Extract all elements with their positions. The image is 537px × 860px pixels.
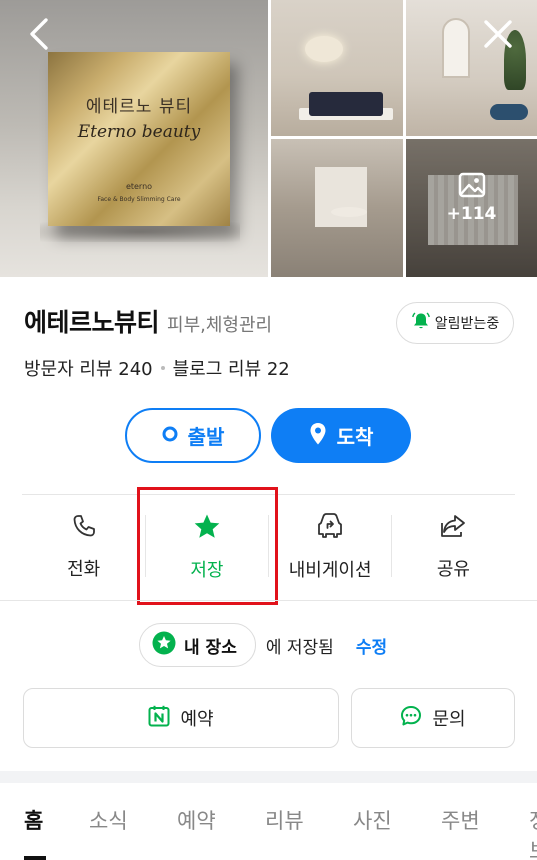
tab-info[interactable]: 정보 [529,805,537,860]
call-label: 전화 [67,559,101,580]
photo-hallway[interactable] [271,139,403,277]
more-photos-count: +114 [446,204,497,224]
blog-review-link[interactable]: 블로그 리뷰 22 [173,355,290,381]
share-icon [439,513,467,543]
tab-home[interactable]: 홈 [24,805,43,835]
saved-folder-label: 내 장소 [184,637,237,658]
call-button[interactable]: 전화 [22,495,145,599]
map-pin-icon [309,422,327,450]
navigation-label: 내비게이션 [288,560,372,581]
doorway-shape [315,167,367,227]
photo-gallery[interactable]: 에테르노 뷰티 Eterno beauty eterno Face & Body… [0,0,537,277]
plaque-caption: Face & Body Slimming Care [97,196,181,203]
tab-reviews[interactable]: 리뷰 [265,805,304,835]
gold-sign-plaque: 에테르노 뷰티 Eterno beauty eterno Face & Body… [48,52,230,226]
arrive-button[interactable]: 도착 [271,408,411,463]
tab-photos[interactable]: 사진 [353,805,392,835]
close-icon [484,20,512,48]
mirror-shape [305,36,343,62]
arch-mirror-shape [442,18,470,78]
tab-booking[interactable]: 예약 [177,805,216,835]
navigation-button[interactable]: 내비게이션 [269,495,392,599]
more-photos-button[interactable]: +114 [406,172,537,224]
naver-booking-icon [148,705,170,731]
phone-icon [71,513,97,543]
alarm-button[interactable]: 알림받는중 [396,302,514,344]
saved-suffix-text: 에 저장됨 [265,637,334,658]
plaque-title: 에테르노 뷰티 [85,97,193,117]
tab-bar: 홈 소식 예약 리뷰 사진 주변 정보 [0,783,537,860]
cta-row: 예약 문의 [23,688,515,748]
plaque-script: Eterno beauty [77,122,201,142]
divider [0,600,537,601]
chair-shape [490,104,528,120]
place-title-row: 에테르노뷰티 피부,체형관리 [24,303,272,339]
car-navigation-icon [315,512,345,544]
image-icon [458,172,486,202]
reservation-label: 예약 [180,709,214,730]
dot-separator [160,366,165,370]
origin-dot-icon [162,426,178,446]
photo-lounge[interactable] [406,0,537,136]
share-label: 공유 [436,559,470,580]
arrive-label: 도착 [336,425,374,449]
start-label: 출발 [187,425,225,449]
tab-news[interactable]: 소식 [89,805,128,835]
place-name: 에테르노뷰티 [24,308,160,337]
bell-icon [411,311,431,335]
visitor-review-link[interactable]: 방문자 리뷰 240 [24,355,153,381]
close-button[interactable] [480,16,516,52]
share-button[interactable]: 공유 [392,495,515,599]
plaque-brand: eterno [125,182,153,191]
route-buttons: 출발 도착 [125,408,411,463]
alarm-label: 알림받는중 [434,316,500,332]
chevron-left-icon [30,18,48,50]
star-badge-icon [152,631,176,659]
chat-bubble-icon [400,705,422,731]
section-gap [0,771,537,783]
active-tab-indicator [24,856,46,860]
saved-folder-chip[interactable]: 내 장소 [139,623,256,667]
bed-shape [309,92,383,116]
reservation-button[interactable]: 예약 [23,688,339,748]
highlight-box [137,487,278,605]
review-summary: 방문자 리뷰 240 블로그 리뷰 22 [24,355,290,381]
inquiry-button[interactable]: 문의 [351,688,515,748]
edit-saved-link[interactable]: 수정 [356,633,387,658]
saved-status-row: 내 장소 에 저장됨 수정 [139,623,387,667]
place-category: 피부,체형관리 [167,315,273,336]
rug-shape [331,207,367,217]
photo-bedroom[interactable] [271,0,403,136]
back-button[interactable] [24,16,56,52]
tab-nearby[interactable]: 주변 [441,805,480,835]
inquiry-label: 문의 [432,709,466,730]
start-button[interactable]: 출발 [125,408,261,463]
